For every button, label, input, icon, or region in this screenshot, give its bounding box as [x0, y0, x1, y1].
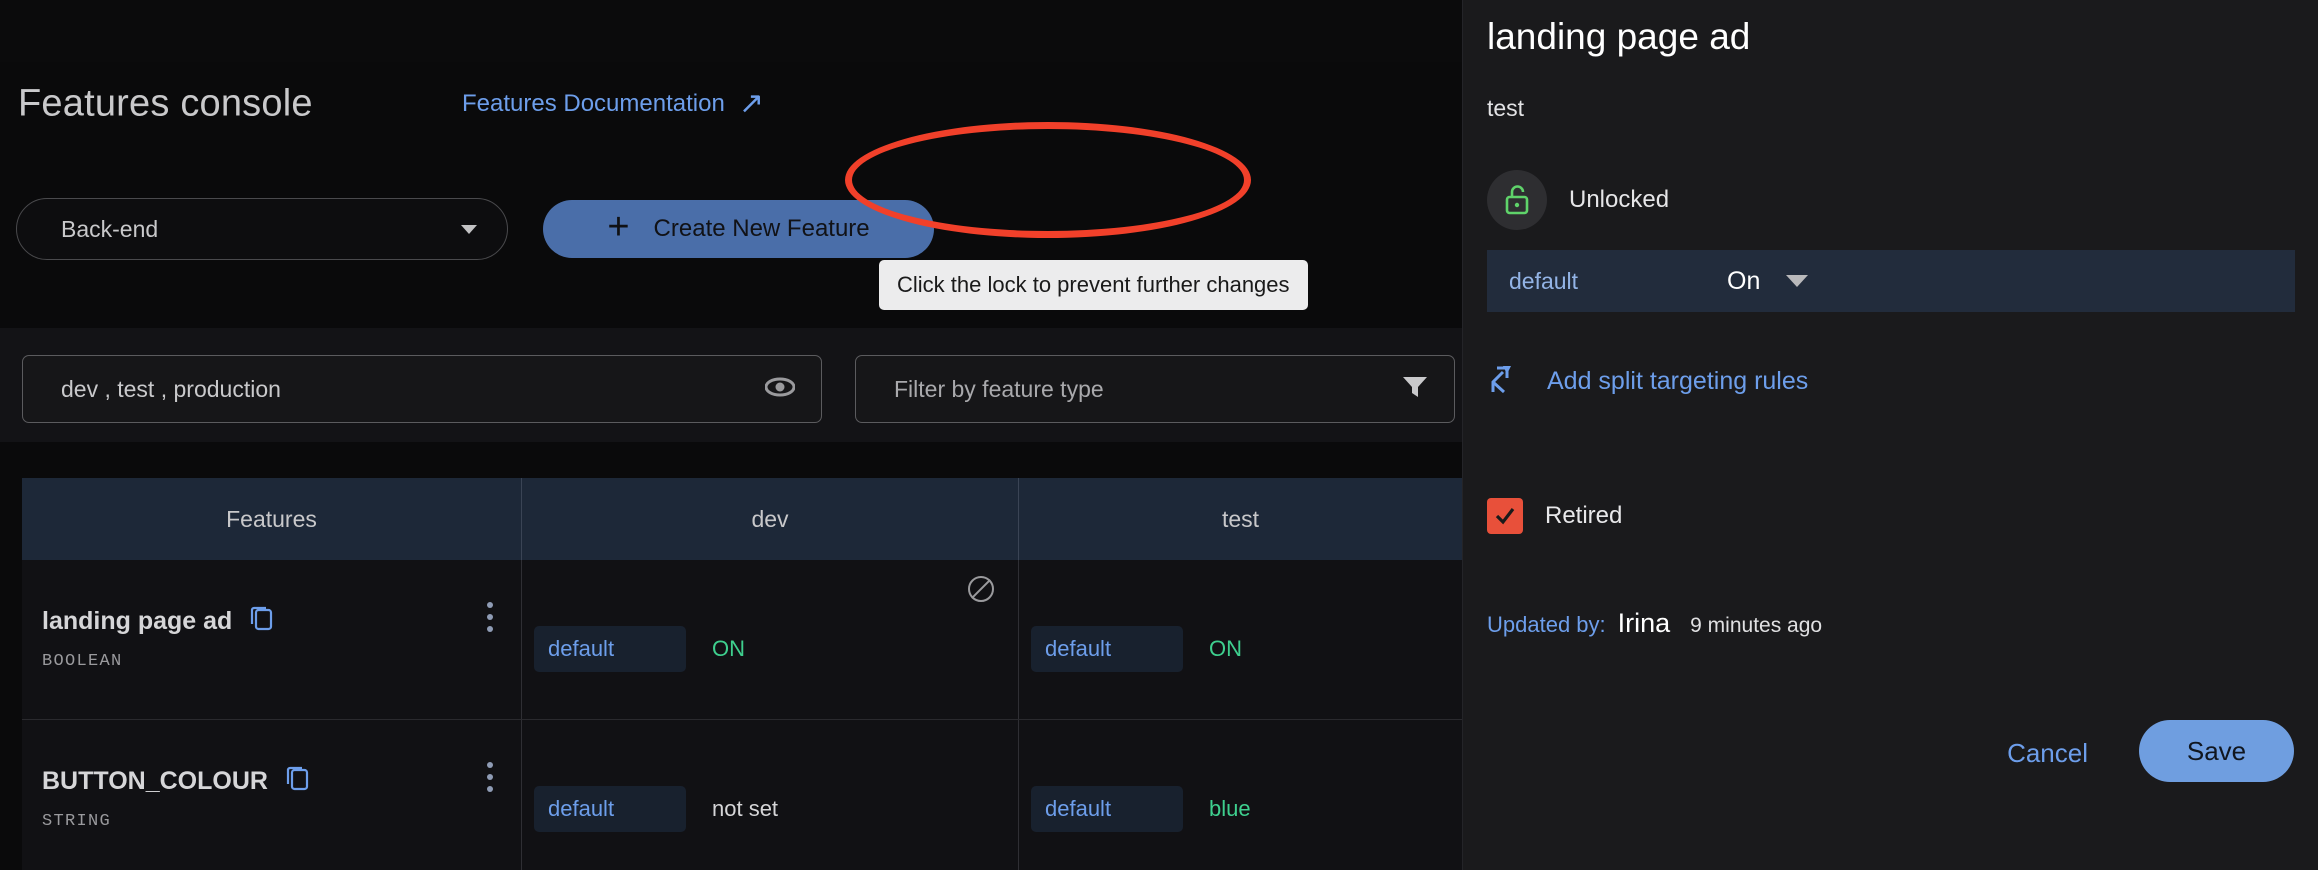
default-state-bar[interactable]: default On — [1487, 250, 2295, 312]
column-header-test: test — [1221, 505, 1260, 532]
environments-input[interactable]: dev , test , production — [22, 355, 822, 423]
kebab-menu-icon[interactable] — [487, 602, 493, 632]
page-title: Features console — [18, 82, 313, 125]
table-row[interactable]: landing page ad BOOLEAN default ON defau… — [22, 560, 1462, 720]
create-new-feature-label: Create New Feature — [653, 215, 870, 242]
feature-type-filter-input[interactable]: Filter by feature type — [855, 355, 1455, 423]
no-entry-icon — [968, 576, 994, 602]
eye-icon[interactable] — [764, 377, 796, 402]
copy-icon[interactable] — [286, 764, 312, 799]
funnel-icon[interactable] — [1402, 375, 1428, 404]
lock-tooltip: Click the lock to prevent further change… — [879, 260, 1308, 310]
save-button[interactable]: Save — [2139, 720, 2294, 782]
split-branch-icon — [1487, 362, 1521, 401]
chevron-down-icon[interactable] — [1786, 275, 1809, 287]
feature-type-label: STRING — [42, 812, 112, 831]
test-value-row: default ON — [1031, 626, 1242, 672]
updated-by-row: Updated by: Irina 9 minutes ago — [1487, 608, 1822, 639]
add-split-targeting-rules-label: Add split targeting rules — [1547, 367, 1809, 395]
feature-name: landing page ad — [42, 604, 276, 639]
default-tag: default — [1509, 267, 1579, 294]
column-header-features: Features — [22, 478, 522, 560]
top-strip — [0, 0, 1462, 62]
environment-select[interactable]: Back-end — [16, 198, 508, 260]
dev-default-tag: default — [534, 786, 686, 832]
test-value-row: default blue — [1031, 786, 1251, 832]
feature-type-label: BOOLEAN — [42, 652, 123, 671]
cancel-button[interactable]: Cancel — [2007, 738, 2088, 769]
table-header-row: Features dev test — [22, 478, 1462, 560]
create-new-feature-button[interactable]: + Create New Feature — [543, 200, 934, 258]
updated-time-ago: 9 minutes ago — [1690, 614, 1823, 637]
dev-value-cell[interactable]: default ON — [522, 560, 1019, 719]
features-table: Features dev test landing page ad BOOLEA… — [22, 478, 1462, 870]
test-value: blue — [1209, 796, 1251, 821]
feature-name: BUTTON_COLOUR — [42, 764, 312, 799]
lock-status-label: Unlocked — [1569, 186, 1670, 213]
external-link-arrow-icon: ↗ — [738, 87, 764, 120]
dev-value: ON — [712, 636, 745, 661]
lock-row: Unlocked — [1487, 170, 1669, 230]
environments-input-value: dev , test , production — [61, 375, 281, 402]
table-row[interactable]: BUTTON_COLOUR STRING default not set def… — [22, 720, 1462, 870]
plus-icon: + — [607, 206, 630, 248]
column-header-dev: dev — [522, 478, 1019, 560]
dev-value-row: default ON — [534, 626, 745, 672]
dev-value-row: default not set — [534, 786, 778, 832]
features-documentation-link[interactable]: Features Documentation ↗ — [462, 89, 764, 119]
feature-cell: BUTTON_COLOUR STRING — [22, 720, 522, 870]
test-default-tag: default — [1031, 626, 1183, 672]
test-value-cell[interactable]: default ON — [1019, 560, 1462, 719]
checkmark-icon — [1495, 508, 1515, 525]
retired-row: Retired — [1487, 498, 1622, 534]
environment-select-value: Back-end — [61, 215, 159, 242]
retired-label: Retired — [1545, 502, 1623, 529]
feature-type-filter-placeholder: Filter by feature type — [894, 375, 1104, 402]
dev-default-tag: default — [534, 626, 686, 672]
panel-subtitle-environment: test — [1487, 95, 1525, 121]
add-split-targeting-rules-button[interactable]: Add split targeting rules — [1487, 362, 1808, 401]
test-default-tag: default — [1031, 786, 1183, 832]
feature-cell: landing page ad BOOLEAN — [22, 560, 522, 719]
retired-checkbox[interactable] — [1487, 498, 1523, 534]
main-content: Features console Features Documentation … — [0, 0, 1462, 870]
panel-title: landing page ad — [1487, 16, 1751, 57]
dev-value-cell[interactable]: default not set — [522, 720, 1019, 870]
feature-name-label: BUTTON_COLOUR — [42, 767, 268, 795]
features-documentation-label: Features Documentation — [462, 90, 725, 117]
chevron-down-icon — [461, 224, 477, 234]
updated-by-name: Irina — [1617, 608, 1671, 638]
unlocked-padlock-icon[interactable] — [1487, 170, 1547, 230]
dev-value: not set — [712, 796, 779, 821]
copy-icon[interactable] — [250, 604, 276, 639]
app-root: Features console Features Documentation … — [0, 0, 2318, 870]
test-value-cell[interactable]: default blue — [1019, 720, 1462, 870]
test-value: ON — [1209, 636, 1242, 661]
feature-name-label: landing page ad — [42, 607, 233, 635]
feature-detail-panel: landing page ad test Unlocked default On — [1462, 0, 2318, 870]
kebab-menu-icon[interactable] — [487, 762, 493, 792]
state-value: On — [1727, 266, 1761, 295]
updated-by-label: Updated by: — [1487, 612, 1606, 637]
